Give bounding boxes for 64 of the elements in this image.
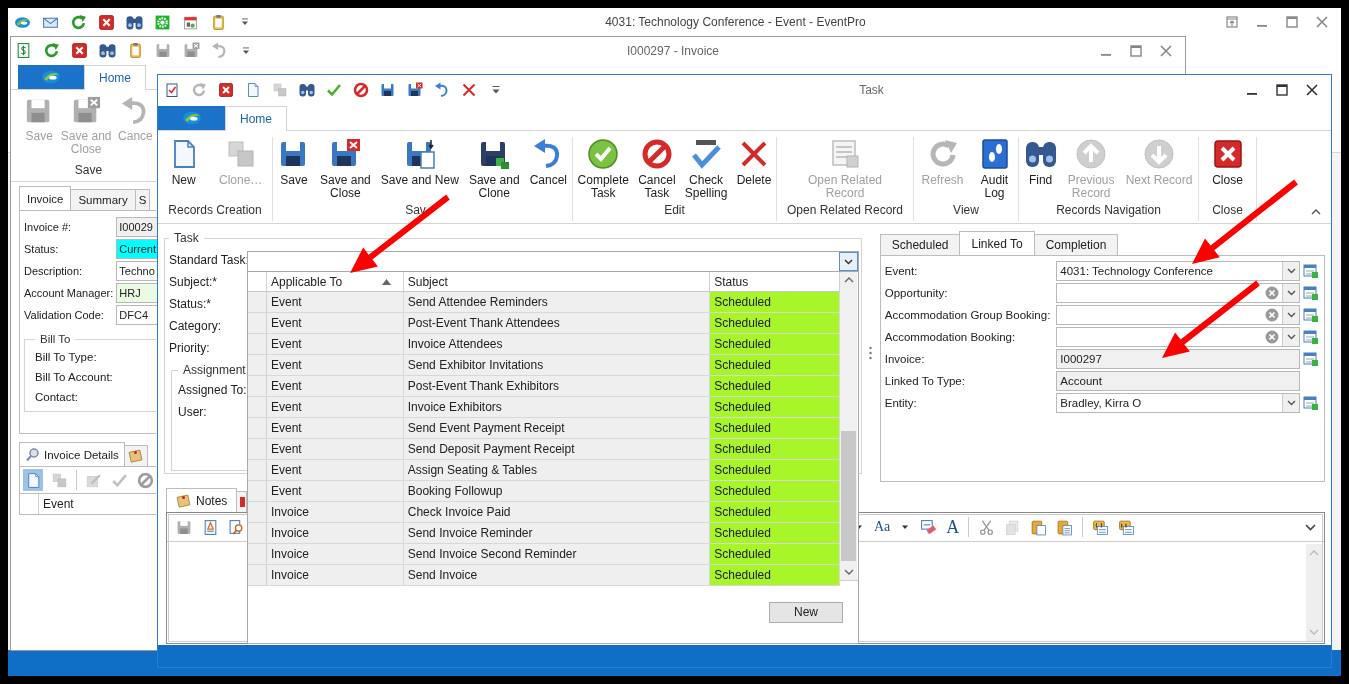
field-label: Linked To Type: [884, 375, 966, 387]
field-label: Status:* [169, 296, 212, 313]
table-cell: Event [267, 292, 404, 312]
group-label: View [952, 203, 980, 219]
table-cell: Event [267, 355, 404, 375]
table-cell: Scheduled [710, 418, 840, 438]
table-cell: Scheduled [710, 397, 840, 417]
table-cell: Scheduled [710, 544, 840, 564]
field-label: Assigned To: [178, 382, 247, 399]
table-cell: Invoice [267, 523, 404, 543]
table-cell: Event [267, 481, 404, 501]
field-label: Opportunity: [884, 287, 949, 299]
group-label: Sav [404, 203, 427, 219]
field-label: Account Manager: [24, 287, 114, 299]
table-cell: Scheduled [710, 565, 840, 585]
table-cell: Scheduled [710, 502, 840, 522]
table-cell: Event [267, 334, 404, 354]
table-cell: Invoice [267, 565, 404, 585]
field-label: Category: [169, 318, 222, 335]
group-title: Task [173, 231, 200, 245]
window-title: I000297 - Invoice [625, 43, 721, 58]
table-cell: Event [267, 418, 404, 438]
table-cell: Scheduled [710, 481, 840, 501]
table-cell: Event [267, 439, 404, 459]
field-label: Priority: [169, 340, 210, 357]
table-cell: Scheduled [710, 355, 840, 375]
table-cell: Invoice [267, 544, 404, 564]
table-cell: Event [267, 376, 404, 396]
table-cell: Event [267, 397, 404, 417]
field-label: Invoice #: [24, 221, 73, 233]
field-label: Accommodation Group Booking: [884, 309, 1051, 321]
group-label: Open Related Record [785, 203, 905, 219]
field-label: Contact: [35, 391, 79, 403]
field-label: Entity: [884, 397, 918, 409]
field-label: Bill To Account: [35, 371, 114, 383]
field-label: Invoice: [884, 353, 926, 365]
group-label: Records Creation [167, 203, 263, 219]
window-title: 4031: Technology Conference - Event - EventPro [604, 15, 867, 29]
group-label: Records Navigation [1055, 203, 1162, 219]
group-label: Edit [663, 203, 686, 219]
field-label: Description: [24, 265, 84, 277]
table-cell: Event [267, 460, 404, 480]
table-cell: Scheduled [710, 460, 840, 480]
field-label: Validation Code: [24, 309, 105, 321]
table-cell: Scheduled [710, 292, 840, 312]
group-label: Save [73, 163, 104, 179]
group-label: Close [1211, 203, 1244, 219]
group-title: Bill To [39, 333, 72, 345]
table-cell: Scheduled [710, 376, 840, 396]
field-label: Standard Task: [169, 252, 249, 269]
group-title: Assignment [182, 363, 247, 377]
window-title: Task [858, 83, 885, 97]
field-label: Subject:* [169, 274, 218, 291]
field-label: Bill To Type: [35, 351, 98, 363]
table-cell: Scheduled [710, 523, 840, 543]
field-label: User: [178, 404, 207, 421]
field-label: Event: [884, 265, 919, 277]
table-cell: Scheduled [710, 313, 840, 333]
table-cell: Scheduled [710, 334, 840, 354]
field-label: Accommodation Booking: [884, 331, 1017, 343]
table-cell: Event [267, 313, 404, 333]
field-label: Status: [24, 243, 60, 255]
table-cell: Scheduled [710, 439, 840, 459]
table-cell: Invoice [267, 502, 404, 522]
